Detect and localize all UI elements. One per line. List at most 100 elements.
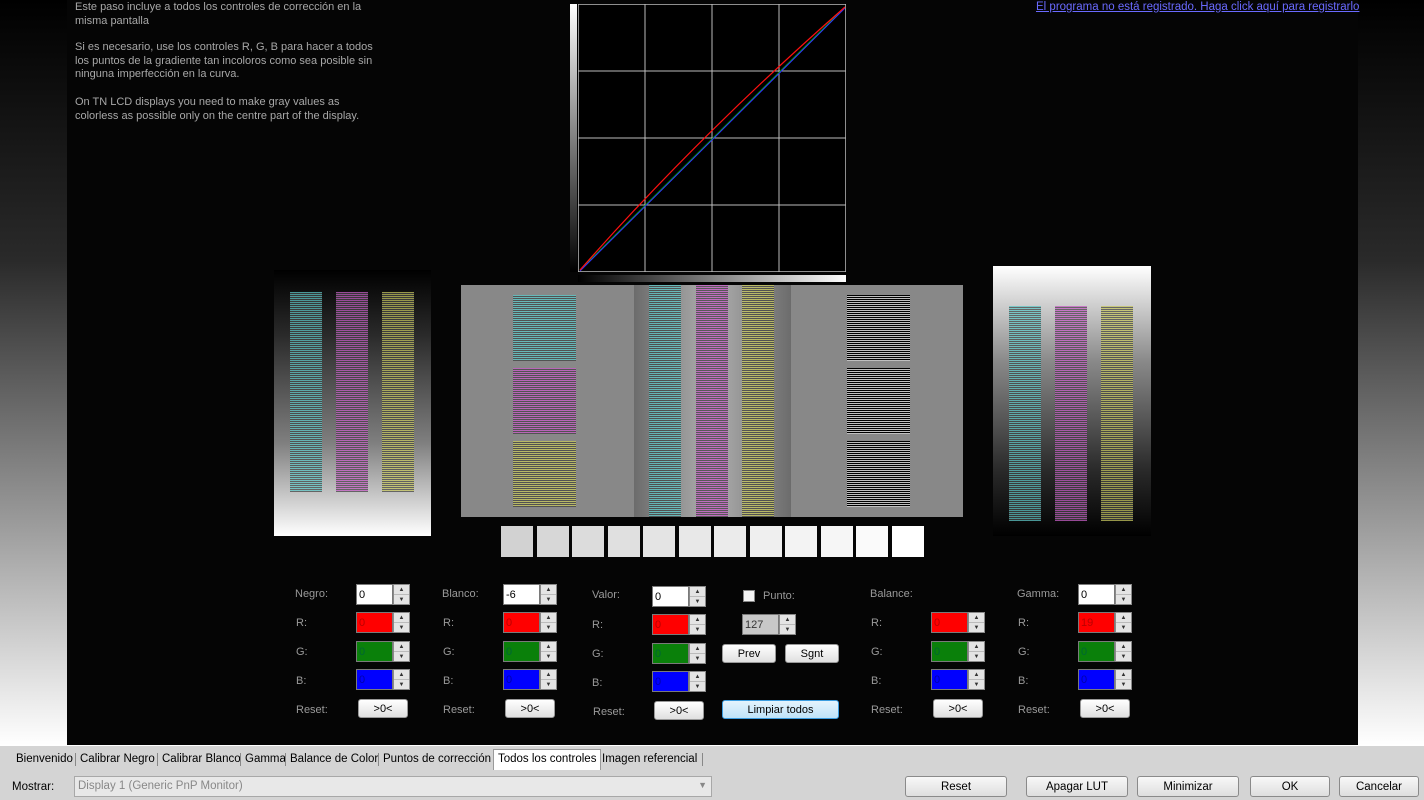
balance-b-input[interactable] <box>931 669 968 690</box>
triangle-down-icon[interactable]: ▼ <box>969 652 984 661</box>
valor-b-input[interactable] <box>652 671 689 692</box>
triangle-up-icon[interactable]: ▲ <box>1116 670 1131 680</box>
triangle-up-icon[interactable]: ▲ <box>541 613 556 623</box>
chevron-down-icon[interactable]: ▼ <box>698 780 707 790</box>
triangle-down-icon[interactable]: ▼ <box>690 682 705 691</box>
balance-r-spinner[interactable]: ▲▼ <box>931 612 985 633</box>
punto-checkbox[interactable] <box>743 590 755 602</box>
gamma-value-input[interactable] <box>1078 584 1115 605</box>
triangle-down-icon[interactable]: ▼ <box>690 654 705 663</box>
triangle-up-icon[interactable]: ▲ <box>394 585 409 595</box>
cancelar-button[interactable]: Cancelar <box>1339 776 1419 797</box>
apagar-lut-button[interactable]: Apagar LUT <box>1026 776 1128 797</box>
valor-r-spinner[interactable]: ▲▼ <box>652 614 706 635</box>
triangle-up-icon[interactable]: ▲ <box>969 642 984 652</box>
negro-r-input[interactable] <box>356 612 393 633</box>
triangle-down-icon[interactable]: ▼ <box>969 623 984 632</box>
balance-g-input[interactable] <box>931 641 968 662</box>
valor-reset-button[interactable]: >0< <box>654 701 704 720</box>
triangle-up-icon[interactable]: ▲ <box>394 670 409 680</box>
display-select[interactable]: Display 1 (Generic PnP Monitor) ▼ <box>74 776 712 797</box>
valor-value-input[interactable] <box>652 586 689 607</box>
triangle-up-icon[interactable]: ▲ <box>690 587 705 597</box>
tab-gamma[interactable]: Gamma <box>241 750 290 769</box>
tab-calibrar-blanco[interactable]: Calibrar Blanco <box>158 750 245 769</box>
reset-button[interactable]: Reset <box>905 776 1007 797</box>
triangle-down-icon[interactable]: ▼ <box>394 623 409 632</box>
triangle-up-icon[interactable]: ▲ <box>969 613 984 623</box>
gamma-r-input[interactable] <box>1078 612 1115 633</box>
valor-r-input[interactable] <box>652 614 689 635</box>
triangle-down-icon[interactable]: ▼ <box>690 625 705 634</box>
valor-g-input[interactable] <box>652 643 689 664</box>
triangle-down-icon[interactable]: ▼ <box>541 680 556 689</box>
triangle-down-icon[interactable]: ▼ <box>541 652 556 661</box>
negro-r-spinner[interactable]: ▲▼ <box>356 612 410 633</box>
negro-spinner[interactable]: ▲▼ <box>356 584 410 605</box>
negro-b-spinner[interactable]: ▲▼ <box>356 669 410 690</box>
triangle-down-icon[interactable]: ▼ <box>969 680 984 689</box>
tab-calibrar-negro[interactable]: Calibrar Negro <box>76 750 159 769</box>
valor-b-spinner[interactable]: ▲▼ <box>652 671 706 692</box>
triangle-down-icon[interactable]: ▼ <box>1116 652 1131 661</box>
tab-todos-los-controles[interactable]: Todos los controles <box>493 749 602 770</box>
register-link[interactable]: El programa no está registrado. Haga cli… <box>1036 1 1359 13</box>
triangle-up-icon[interactable]: ▲ <box>541 670 556 680</box>
punto-input[interactable] <box>742 614 779 635</box>
balance-r-input[interactable] <box>931 612 968 633</box>
negro-reset-button[interactable]: >0< <box>358 699 408 718</box>
gamma-g-spinner[interactable]: ▲▼ <box>1078 641 1132 662</box>
triangle-down-icon[interactable]: ▼ <box>1116 595 1131 604</box>
triangle-up-icon[interactable]: ▲ <box>690 672 705 682</box>
punto-spinner[interactable]: ▲▼ <box>742 614 796 635</box>
gamma-reset-button[interactable]: >0< <box>1080 699 1130 718</box>
triangle-down-icon[interactable]: ▼ <box>541 623 556 632</box>
gamma-b-spinner[interactable]: ▲▼ <box>1078 669 1132 690</box>
triangle-up-icon[interactable]: ▲ <box>690 644 705 654</box>
blanco-reset-button[interactable]: >0< <box>505 699 555 718</box>
blanco-r-input[interactable] <box>503 612 540 633</box>
triangle-down-icon[interactable]: ▼ <box>394 680 409 689</box>
blanco-r-spinner[interactable]: ▲▼ <box>503 612 557 633</box>
blanco-g-input[interactable] <box>503 641 540 662</box>
triangle-up-icon[interactable]: ▲ <box>1116 642 1131 652</box>
balance-g-spinner[interactable]: ▲▼ <box>931 641 985 662</box>
triangle-up-icon[interactable]: ▲ <box>541 642 556 652</box>
triangle-up-icon[interactable]: ▲ <box>394 642 409 652</box>
triangle-up-icon[interactable]: ▲ <box>969 670 984 680</box>
negro-g-spinner[interactable]: ▲▼ <box>356 641 410 662</box>
ok-button[interactable]: OK <box>1250 776 1330 797</box>
triangle-up-icon[interactable]: ▲ <box>541 585 556 595</box>
tab-puntos-de-correccion[interactable]: Puntos de corrección <box>379 750 495 769</box>
triangle-down-icon[interactable]: ▼ <box>541 595 556 604</box>
triangle-down-icon[interactable]: ▼ <box>1116 623 1131 632</box>
next-button[interactable]: Sgnt <box>785 644 839 663</box>
triangle-up-icon[interactable]: ▲ <box>394 613 409 623</box>
blanco-b-input[interactable] <box>503 669 540 690</box>
tab-bienvenido[interactable]: Bienvenido <box>12 750 77 769</box>
blanco-b-spinner[interactable]: ▲▼ <box>503 669 557 690</box>
triangle-up-icon[interactable]: ▲ <box>780 615 795 625</box>
tab-imagen-referencial[interactable]: Imagen referencial <box>598 750 701 769</box>
valor-spinner[interactable]: ▲▼ <box>652 586 706 607</box>
prev-button[interactable]: Prev <box>722 644 776 663</box>
clear-all-button[interactable]: Limpiar todos <box>722 700 839 719</box>
negro-g-input[interactable] <box>356 641 393 662</box>
blanco-g-spinner[interactable]: ▲▼ <box>503 641 557 662</box>
blanco-value-input[interactable] <box>503 584 540 605</box>
triangle-up-icon[interactable]: ▲ <box>1116 613 1131 623</box>
negro-b-input[interactable] <box>356 669 393 690</box>
balance-reset-button[interactable]: >0< <box>933 699 983 718</box>
blanco-spinner[interactable]: ▲▼ <box>503 584 557 605</box>
gamma-b-input[interactable] <box>1078 669 1115 690</box>
minimizar-button[interactable]: Minimizar <box>1137 776 1239 797</box>
negro-value-input[interactable] <box>356 584 393 605</box>
valor-g-spinner[interactable]: ▲▼ <box>652 643 706 664</box>
gamma-r-spinner[interactable]: ▲▼ <box>1078 612 1132 633</box>
balance-b-spinner[interactable]: ▲▼ <box>931 669 985 690</box>
triangle-down-icon[interactable]: ▼ <box>1116 680 1131 689</box>
gamma-spinner[interactable]: ▲▼ <box>1078 584 1132 605</box>
triangle-up-icon[interactable]: ▲ <box>1116 585 1131 595</box>
triangle-up-icon[interactable]: ▲ <box>690 615 705 625</box>
triangle-down-icon[interactable]: ▼ <box>394 652 409 661</box>
